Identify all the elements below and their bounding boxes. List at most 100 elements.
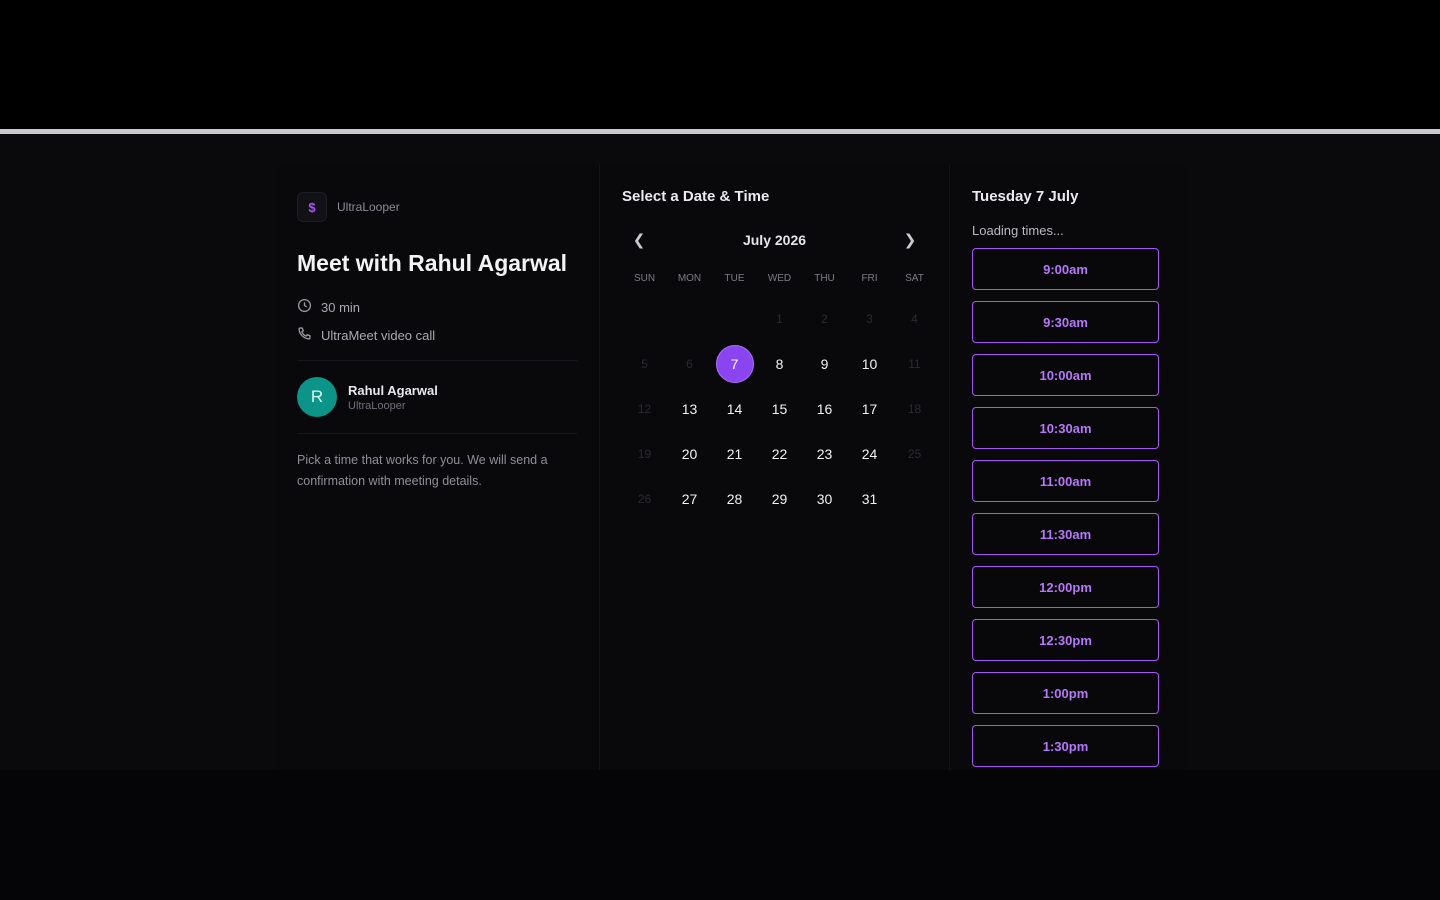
time-slot-button[interactable]: 1:30pm: [972, 725, 1159, 767]
calendar-day-number: 17: [861, 400, 878, 417]
calendar-day-number: 1: [776, 311, 783, 326]
time-slot-button[interactable]: 12:30pm: [972, 619, 1159, 661]
calendar-day[interactable]: 22: [757, 431, 802, 476]
calendar-day-number: 25: [907, 446, 922, 461]
calendar-day-number: 27: [681, 490, 698, 507]
calendar-day[interactable]: 29: [757, 476, 802, 521]
calendar-day: 25: [892, 431, 937, 476]
time-slot-button[interactable]: 1:00pm: [972, 672, 1159, 714]
calendar-day[interactable]: 15: [757, 386, 802, 431]
calendar-day[interactable]: 20: [667, 431, 712, 476]
calendar-day-number: 23: [816, 445, 833, 462]
month-navigation: ❮ July 2026 ❯: [622, 231, 927, 249]
calendar-day-number: 6: [686, 356, 693, 371]
calendar-day[interactable]: 10: [847, 341, 892, 386]
calendar-day[interactable]: 21: [712, 431, 757, 476]
calendar-day: 19: [622, 431, 667, 476]
empty-day-cell: [622, 296, 667, 341]
divider: [297, 360, 577, 361]
calendar-day[interactable]: 9: [802, 341, 847, 386]
time-slot-list: 9:00am 9:30am 10:00am 10:30am 11:00am 11:30am…: [972, 248, 1164, 767]
time-slot-button[interactable]: 12:00pm: [972, 566, 1159, 608]
calendar-day-number: 15: [771, 400, 788, 417]
weekday-header: SUN MON TUE WED THU FRI SAT: [622, 273, 927, 284]
calendar-day-number: 28: [726, 490, 743, 507]
phone-icon: [297, 326, 312, 344]
calendar-day-number: 16: [816, 400, 833, 417]
loading-status: Loading times...: [972, 223, 1064, 238]
time-slot-button[interactable]: 9:30am: [972, 301, 1159, 343]
selected-date-heading: Tuesday 7 July: [972, 188, 1079, 205]
calendar-day-number: 19: [637, 446, 652, 461]
calendar-day-number: 10: [861, 355, 878, 372]
clock-icon: [297, 298, 312, 316]
calendar-day: 26: [622, 476, 667, 521]
calendar-day[interactable]: 30: [802, 476, 847, 521]
calendar-day: 12: [622, 386, 667, 431]
calendar-day: 2: [802, 296, 847, 341]
calendar-day-number: 29: [771, 490, 788, 507]
calendar-day-number: 22: [771, 445, 788, 462]
calendar-day-number: 21: [726, 445, 743, 462]
weekday-label: WED: [767, 273, 792, 284]
empty-day-cell: [712, 296, 757, 341]
calendar-day[interactable]: 14: [712, 386, 757, 431]
chevron-right-icon[interactable]: ❯: [901, 231, 919, 249]
calendar-day[interactable]: 16: [802, 386, 847, 431]
time-slot-button[interactable]: 10:30am: [972, 407, 1159, 449]
calendar-day-number: 13: [681, 400, 698, 417]
brand-name: UltraLooper: [337, 200, 400, 214]
brand: $ UltraLooper: [297, 192, 577, 222]
calendar-day: 3: [847, 296, 892, 341]
weekday-label: SUN: [633, 273, 656, 284]
calendar-day[interactable]: 8: [757, 341, 802, 386]
host-name: Rahul Agarwal: [348, 382, 438, 398]
calendar-day: 11: [892, 341, 937, 386]
calendar-day-number: 12: [637, 401, 652, 416]
calendar-day[interactable]: 27: [667, 476, 712, 521]
event-info-panel: $ UltraLooper Meet with Rahul Agarwal 30…: [275, 164, 600, 770]
divider: [297, 433, 577, 434]
weekday-label: SAT: [905, 273, 924, 284]
bottom-black-bar: [0, 770, 1440, 900]
calendar-day-number: 8: [775, 355, 784, 372]
calendar-day: 1: [757, 296, 802, 341]
month-label: July 2026: [742, 232, 807, 248]
calendar-day-number: 24: [861, 445, 878, 462]
time-slot-button[interactable]: 10:00am: [972, 354, 1159, 396]
calendar-day[interactable]: 13: [667, 386, 712, 431]
brand-logo: $: [297, 192, 327, 222]
calendar-day[interactable]: 28: [712, 476, 757, 521]
calendar-day-number: 30: [816, 490, 833, 507]
time-slot-button[interactable]: 11:30am: [972, 513, 1159, 555]
booking-card: $ UltraLooper Meet with Rahul Agarwal 30…: [275, 164, 1186, 770]
calendar-day[interactable]: 24: [847, 431, 892, 476]
calendar-day-number: 5: [641, 356, 648, 371]
duration-text: 30 min: [321, 299, 361, 315]
calendar-day: 4: [892, 296, 937, 341]
calendar-panel: Select a Date & Time ❮ July 2026 ❯ SUN MO…: [600, 164, 950, 770]
weekday-label: FRI: [861, 273, 878, 284]
calendar-heading: Select a Date & Time: [622, 188, 770, 205]
calendar-day: 18: [892, 386, 937, 431]
chevron-left-icon[interactable]: ❮: [630, 231, 648, 249]
weekday-label: MON: [677, 273, 702, 284]
calendar-day-number: 7: [715, 344, 754, 383]
calendar-day[interactable]: 17: [847, 386, 892, 431]
time-slot-button[interactable]: 11:00am: [972, 460, 1159, 502]
calendar-day-number: 31: [861, 490, 878, 507]
calendar-day-number: 4: [911, 311, 918, 326]
weekday-label: TUE: [724, 273, 745, 284]
calendar-day-selected[interactable]: 7: [712, 341, 757, 386]
event-title: Meet with Rahul Agarwal: [297, 250, 568, 276]
empty-day-cell: [667, 296, 712, 341]
event-description: Pick a time that works for you. We will …: [297, 453, 548, 488]
time-slot-button[interactable]: 9:00am: [972, 248, 1159, 290]
calendar-day[interactable]: 31: [847, 476, 892, 521]
calendar-day[interactable]: 23: [802, 431, 847, 476]
weekday-label: THU: [814, 273, 835, 284]
calendar-day-number: 20: [681, 445, 698, 462]
location-row: UltraMeet video call: [297, 326, 577, 344]
time-slots-panel: Tuesday 7 July Loading times... 9:00am 9:…: [950, 164, 1186, 770]
calendar-day: 6: [667, 341, 712, 386]
